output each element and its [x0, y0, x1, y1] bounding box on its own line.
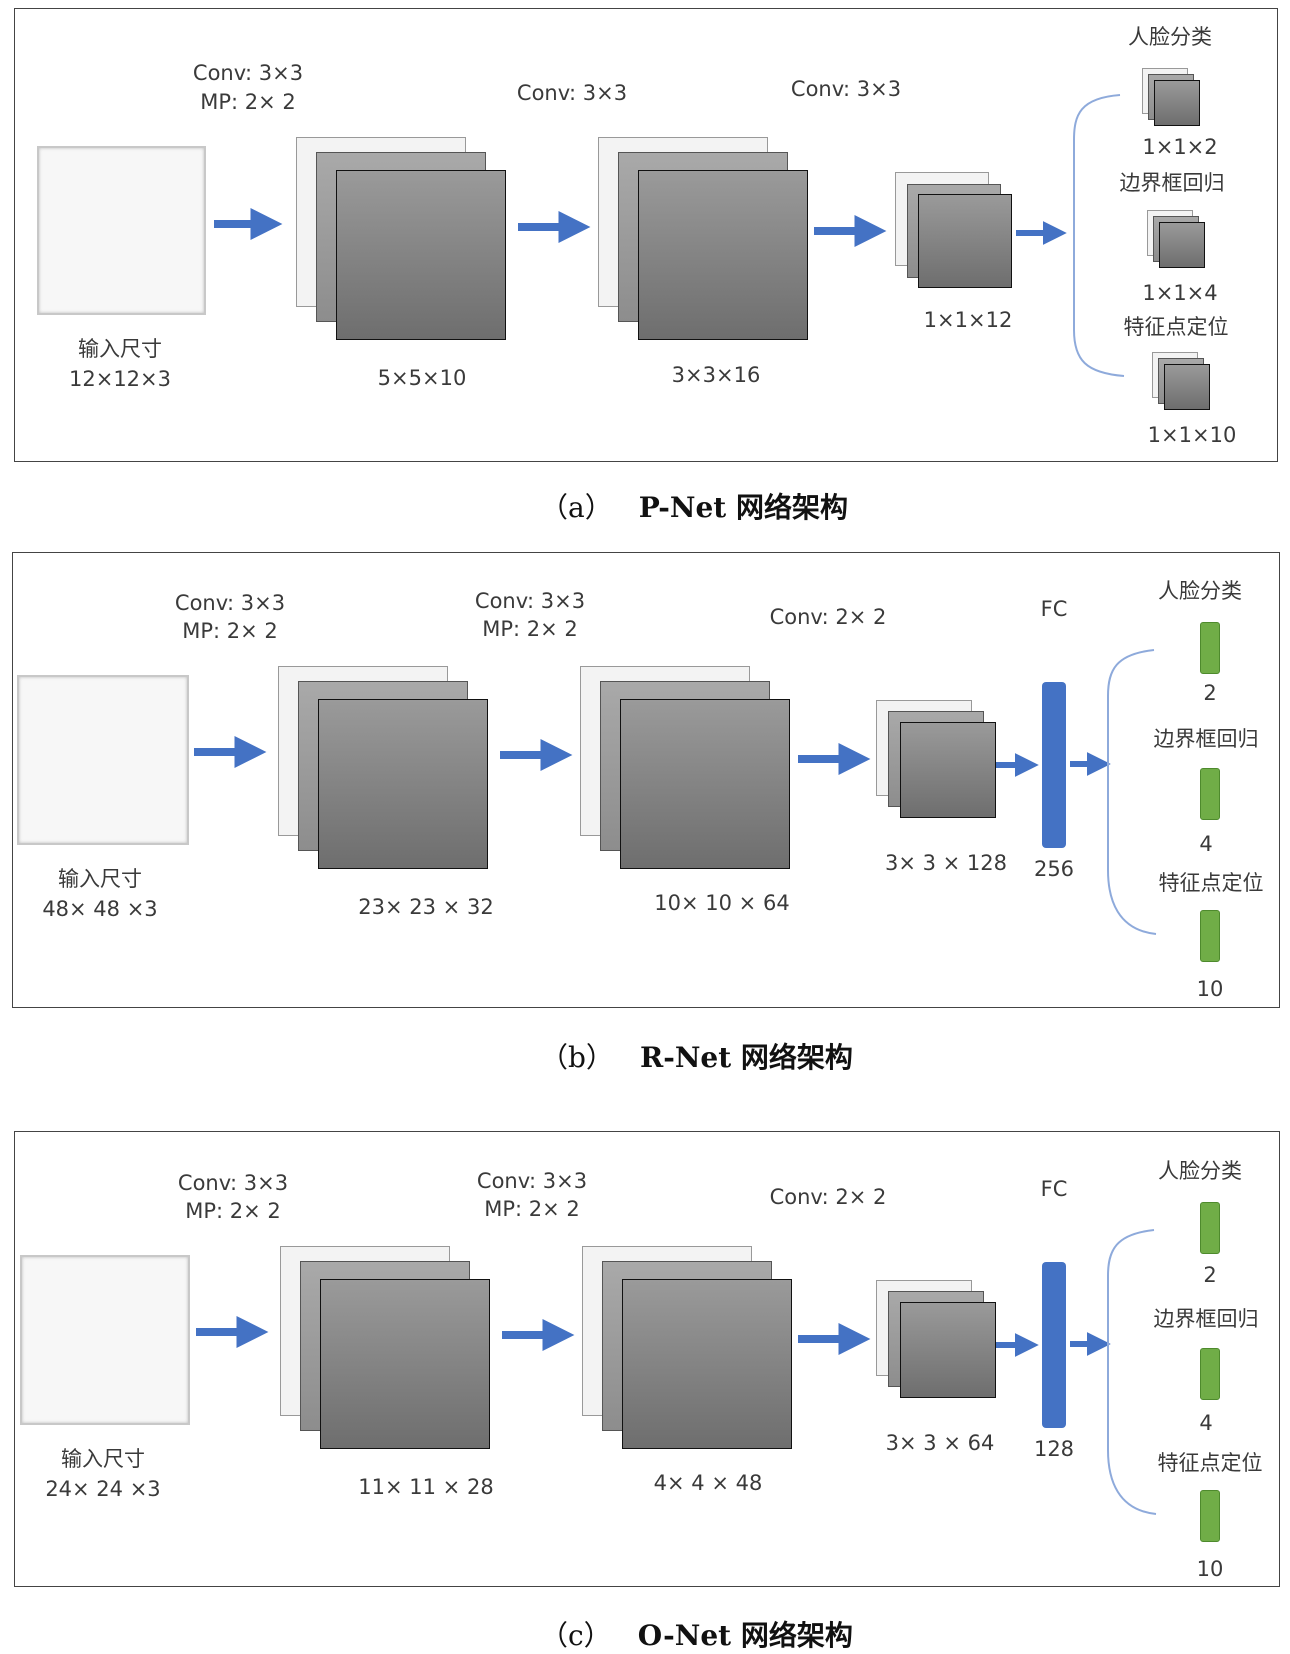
pnet-output-brace [1073, 94, 1125, 377]
onet-output-brace [1107, 1229, 1157, 1515]
arrows-overlay [194, 94, 1157, 1515]
rnet-output-brace [1107, 649, 1157, 935]
